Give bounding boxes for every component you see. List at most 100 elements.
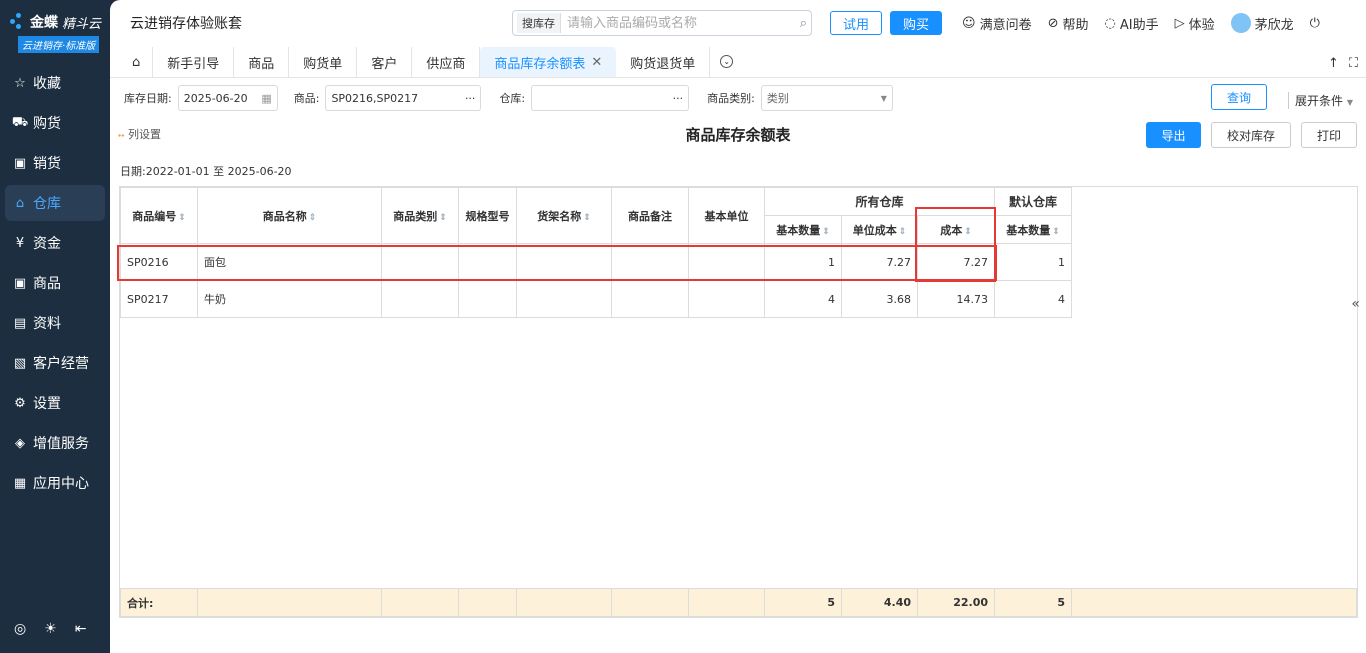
logout-icon[interactable]: ⏻ (1310, 16, 1320, 31)
sort-icon[interactable]: ⇕ (178, 213, 186, 223)
cell-unit-cost: 3.68 (841, 280, 918, 318)
experience-label: 体验 (1188, 17, 1215, 33)
sort-icon[interactable]: ⇕ (1052, 227, 1060, 237)
header-shelf[interactable]: 货架名称 ⇕ (516, 187, 612, 244)
header-label: 商品类别 (393, 209, 438, 223)
yen-icon: ¥ (15, 235, 25, 251)
report-grid: 商品编号 ⇕ 商品名称 ⇕ 商品类别 ⇕ 规格型号 货架名称 ⇕ 商品备注 基本单位 所… (119, 186, 1358, 618)
tab-product[interactable]: 商品 (234, 47, 290, 77)
table-row[interactable]: SP0216 面包 1 7.27 7.27 1 (120, 243, 1072, 281)
tab-purchase-order[interactable]: 购货单 (289, 47, 358, 77)
expand-conditions[interactable]: 展开条件 ▼ (1288, 92, 1353, 109)
header-label: 商品编号 (132, 209, 177, 223)
ai-label: AI助手 (1119, 17, 1159, 33)
cell-shelf (516, 243, 612, 281)
more-icon[interactable]: ··· (673, 92, 684, 105)
sidebar-item-settings[interactable]: ⚙ 设置 (5, 385, 105, 421)
experience-link[interactable]: ▷ 体验 (1175, 14, 1215, 33)
sales-icon: ▣ (13, 155, 27, 171)
sort-icon[interactable]: ⇕ (822, 227, 830, 237)
tab-bar: ⌂ 新手引导 商品 购货单 客户 供应商 商品库存余额表 ✕ 购货退货单 ⌄ ↑ … (110, 46, 1366, 78)
export-button[interactable]: 导出 (1146, 122, 1201, 148)
sidebar-item-data[interactable]: ▤ 资料 (5, 305, 105, 341)
header-unit-cost[interactable]: 单位成本 ⇕ (841, 215, 918, 244)
header-label: 单位成本 (852, 223, 897, 237)
product-field[interactable]: SP0216,SP0217 ··· (325, 85, 482, 111)
sort-icon[interactable]: ⇕ (899, 227, 907, 237)
total-empty (197, 588, 382, 617)
fullscreen-icon[interactable]: ⛶ (1349, 56, 1358, 71)
collapse-icon[interactable]: ⇤ (75, 621, 87, 637)
chart-icon: ▧ (13, 355, 27, 371)
header-default-qty[interactable]: 基本数量 ⇕ (994, 215, 1072, 244)
sidebar-footer: ◎ ☀ ⇤ (14, 621, 87, 637)
print-button[interactable]: 打印 (1301, 122, 1357, 148)
check-stock-button[interactable]: 校对库存 (1211, 122, 1291, 148)
header-category[interactable]: 商品类别 ⇕ (381, 187, 459, 244)
search-scope[interactable]: 搜库存 (517, 13, 561, 33)
header-group-default: 默认仓库 (994, 187, 1072, 216)
tab-purchase-return[interactable]: 购货退货单 (616, 47, 711, 77)
caret-down-icon: ▼ (1346, 98, 1353, 107)
more-icon[interactable]: ··· (465, 92, 476, 105)
sun-icon[interactable]: ☀ (44, 621, 57, 637)
user-menu[interactable]: 茅欣龙 (1230, 13, 1294, 33)
header-label: 基本数量 (1006, 223, 1051, 237)
total-row: 合计: 5 4.40 22.00 5 (120, 588, 1357, 617)
sidebar-item-products[interactable]: ▣ 商品 (5, 265, 105, 301)
category-select[interactable]: 类别 ▼ (760, 85, 893, 111)
sidebar-item-warehouse[interactable]: ⌂ 仓库 (5, 185, 105, 221)
ai-assistant-link[interactable]: ◌ AI助手 (1105, 14, 1159, 33)
date-label: 库存日期: (124, 92, 172, 105)
sidebar-item-purchase[interactable]: ⛟ 购货 (5, 105, 105, 141)
compass-icon: ⊘ (1047, 15, 1059, 31)
trial-button[interactable]: 试用 (830, 11, 882, 35)
sort-icon[interactable]: ⇕ (439, 213, 447, 223)
date-field[interactable]: 2025-06-20 ▦ (177, 85, 278, 111)
header-qty[interactable]: 基本数量 ⇕ (764, 215, 842, 244)
search-input[interactable] (567, 15, 800, 31)
search-box[interactable]: 搜库存 ⌕ (512, 10, 812, 36)
help-link[interactable]: ⊘ 帮助 (1048, 14, 1089, 33)
sort-icon[interactable]: ⇕ (964, 227, 972, 237)
close-icon[interactable]: ✕ (591, 55, 602, 70)
date-value: 2025-06-20 (183, 91, 248, 105)
date-range: 日期:2022-01-01 至 2025-06-20 (120, 165, 292, 178)
search-icon[interactable]: ⌕ (800, 16, 807, 31)
query-button[interactable]: 查询 (1211, 84, 1267, 110)
sidebar-item-value-added[interactable]: ◈ 增值服务 (5, 425, 105, 461)
total-qty: 5 (764, 588, 842, 617)
sidebar-item-label: 增值服务 (33, 436, 89, 452)
sidebar-item-app-center[interactable]: ▦ 应用中心 (5, 465, 105, 501)
header-name[interactable]: 商品名称 ⇕ (197, 187, 382, 244)
survey-link[interactable]: ☺ 满意问卷 (962, 14, 1032, 33)
tab-stock-balance[interactable]: 商品库存余额表 ✕ (480, 47, 617, 77)
buy-button[interactable]: 购买 (890, 11, 942, 35)
target-icon[interactable]: ◎ (14, 621, 26, 637)
sidebar-item-sales[interactable]: ▣ 销货 (5, 145, 105, 181)
calendar-icon[interactable]: ▦ (261, 92, 271, 105)
sort-icon[interactable]: ⇕ (583, 213, 591, 223)
header-cost[interactable]: 成本 ⇕ (917, 215, 995, 244)
chevron-down-icon[interactable]: ⌄ (720, 55, 734, 68)
tab-guide[interactable]: 新手引导 (153, 47, 235, 77)
header-code[interactable]: 商品编号 ⇕ (120, 187, 198, 244)
tab-home[interactable]: ⌂ (120, 47, 154, 77)
warehouse-field[interactable]: ··· (531, 85, 690, 111)
header-unit: 基本单位 (688, 187, 765, 244)
cell-note (611, 280, 689, 318)
sidebar-item-label: 应用中心 (33, 476, 89, 492)
sidebar-item-favorites[interactable]: ☆ 收藏 (5, 65, 105, 101)
sort-icon[interactable]: ⇕ (309, 213, 317, 223)
category-placeholder: 类别 (766, 92, 789, 105)
cell-qty: 4 (764, 280, 842, 318)
double-chevron-left-icon[interactable]: « (1351, 296, 1360, 312)
tab-customer[interactable]: 客户 (357, 47, 413, 77)
sidebar-item-crm[interactable]: ▧ 客户经营 (5, 345, 105, 381)
tab-supplier[interactable]: 供应商 (412, 47, 481, 77)
sidebar-item-funds[interactable]: ¥ 资金 (5, 225, 105, 261)
table-row[interactable]: SP0217 牛奶 4 3.68 14.73 4 (120, 280, 1072, 318)
sidebar-nav: ☆ 收藏 ⛟ 购货 ▣ 销货 ⌂ 仓库 ¥ 资金 ▣ 商品 ▤ 资料 ▧ 客户经营 ⚙ 设置 ◈ 增… (0, 65, 110, 501)
total-empty (688, 588, 765, 617)
arrow-up-icon[interactable]: ↑ (1328, 56, 1339, 71)
